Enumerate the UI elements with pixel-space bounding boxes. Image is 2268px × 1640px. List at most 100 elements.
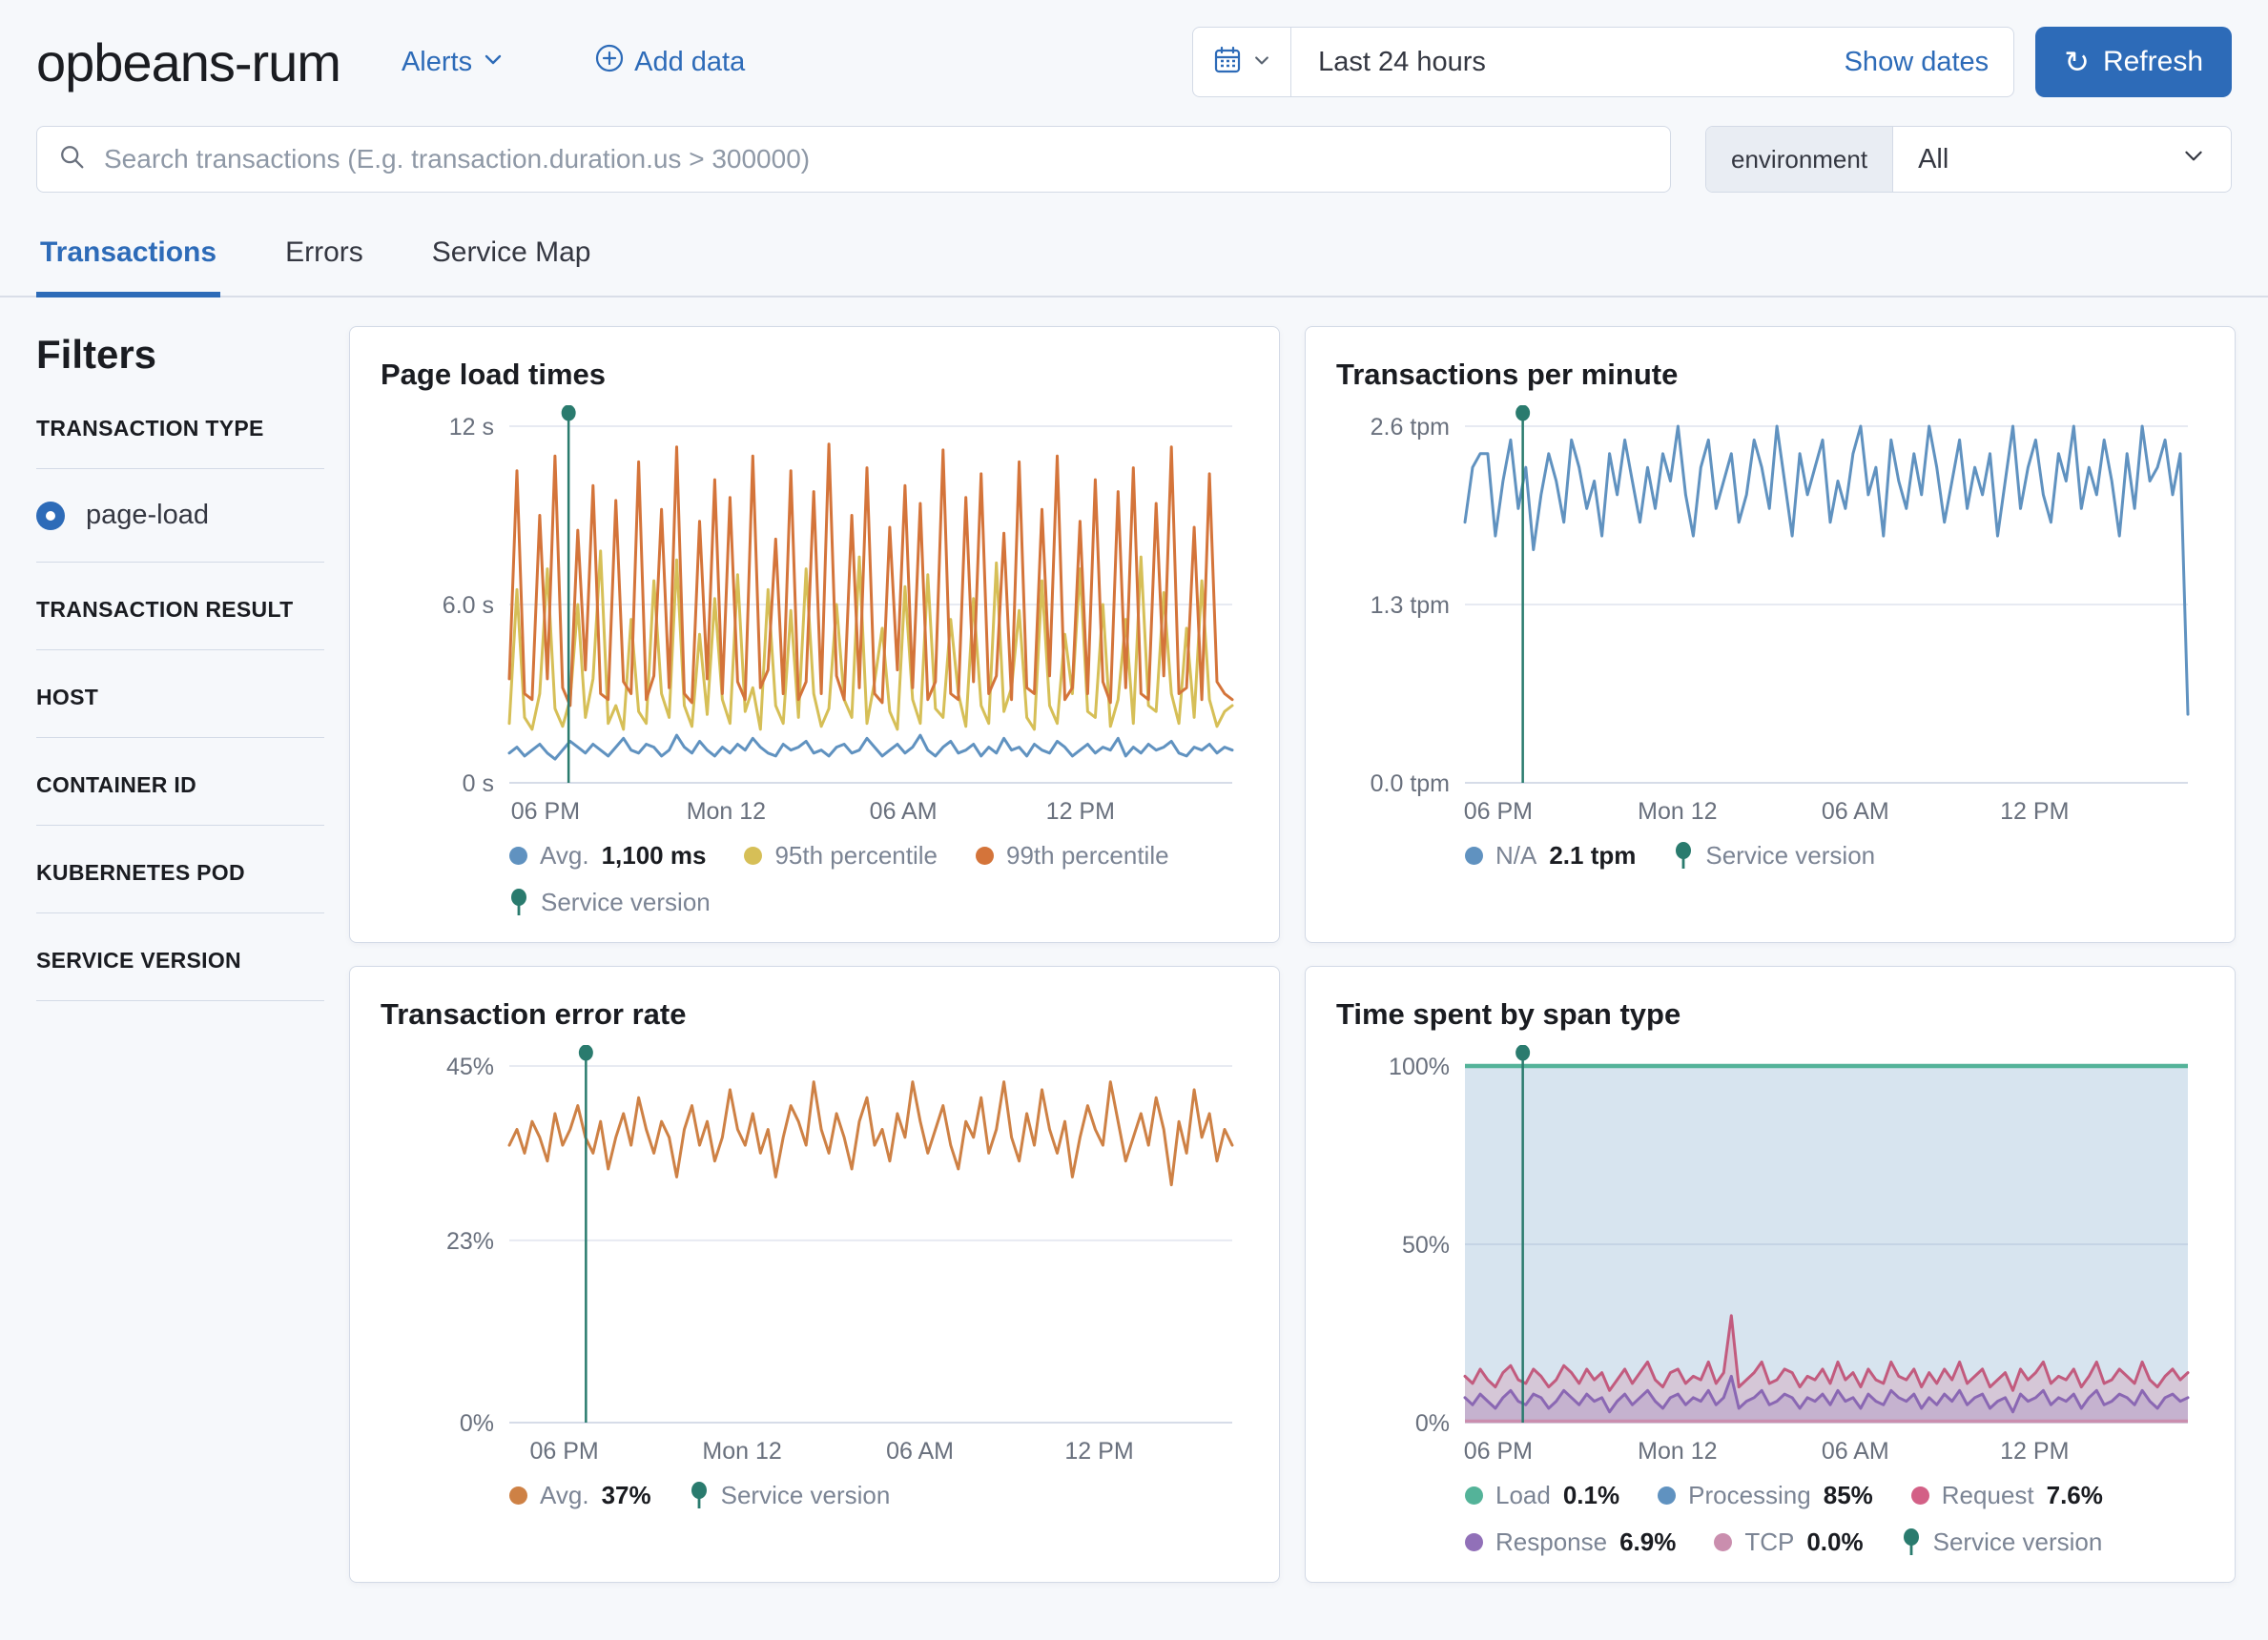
filter-group-title: SERVICE VERSION [36, 948, 241, 973]
tab-errors[interactable]: Errors [281, 229, 367, 297]
search-input[interactable] [102, 143, 1649, 175]
transaction-error-rate-chart: 45% 23% 0% 06 PM Mon 12 06 AM 12 PM [446, 1044, 1234, 1465]
svg-text:06 AM: 06 AM [886, 1438, 954, 1465]
refresh-button[interactable]: ↻ Refresh [2035, 27, 2232, 97]
legend-item-processing[interactable]: Processing 85% [1658, 1481, 1873, 1510]
svg-text:12 s: 12 s [449, 414, 494, 441]
legend-value: 2.1 tpm [1549, 841, 1637, 870]
legend-item-avg[interactable]: Avg. 1,100 ms [509, 841, 706, 871]
legend-item-response[interactable]: Response 6.9% [1465, 1527, 1676, 1557]
page-load-times-chart: 12 s 6.0 s 0 s 06 PM Mon 12 06 AM 12 PM [443, 404, 1234, 825]
legend-item-95th-percentile[interactable]: 95th percentile [744, 841, 938, 871]
series-color-dot [1658, 1486, 1677, 1505]
series-color-dot [509, 1486, 527, 1505]
svg-text:Mon 12: Mon 12 [1638, 798, 1717, 825]
legend-label: N/A [1495, 841, 1537, 870]
legend-label: Avg. [540, 1481, 589, 1509]
svg-text:12 PM: 12 PM [1046, 798, 1115, 825]
svg-text:1.3 tpm: 1.3 tpm [1371, 592, 1450, 619]
time-range-value[interactable]: Last 24 hours [1291, 47, 1486, 78]
alerts-label: Alerts [401, 46, 473, 77]
add-data-label: Add data [634, 46, 746, 77]
svg-text:06 PM: 06 PM [1464, 798, 1533, 825]
radio-selected-icon[interactable] [36, 501, 65, 530]
svg-text:12 PM: 12 PM [2000, 798, 2069, 825]
chevron-down-icon [2181, 143, 2206, 175]
chart-title: Transaction error rate [381, 997, 687, 1031]
legend-item-service-version[interactable]: Service version [1674, 841, 1875, 871]
legend-value: 37% [601, 1481, 651, 1509]
filter-group-transaction-type: TRANSACTION TYPE page-load [36, 416, 324, 563]
date-picker-quick-menu[interactable] [1193, 28, 1292, 96]
svg-text:Mon 12: Mon 12 [1638, 1438, 1717, 1465]
page-header: opbeans-rum Alerts Add data Last 24 hour… [0, 0, 2268, 101]
date-picker: Last 24 hours Show dates [1192, 27, 2015, 97]
svg-text:Mon 12: Mon 12 [687, 798, 766, 825]
show-dates-button[interactable]: Show dates [1845, 47, 2014, 78]
filter-group-host: HOST [36, 685, 324, 738]
service-version-pin-icon [691, 1481, 707, 1508]
svg-text:06 PM: 06 PM [511, 798, 580, 825]
svg-text:0 s: 0 s [463, 770, 494, 797]
legend-value: 0.0% [1806, 1527, 1864, 1556]
legend-item-tcp[interactable]: TCP 0.0% [1714, 1527, 1864, 1557]
legend-label: Service version [1932, 1527, 2103, 1556]
legend-label: TCP [1744, 1527, 1795, 1556]
filter-group-kubernetes-pod: KUBERNETES POD [36, 860, 324, 913]
filter-group-title: KUBERNETES POD [36, 860, 245, 885]
filter-group-title: CONTAINER ID [36, 772, 197, 797]
chart-title: Transactions per minute [1336, 358, 1679, 391]
legend-item-service-version[interactable]: Service version [1902, 1527, 2103, 1557]
chart-legend: Avg. 37% Service version [509, 1481, 1250, 1510]
alerts-menu[interactable]: Alerts [402, 47, 505, 78]
service-version-pin-icon [1676, 841, 1692, 869]
filter-groups: TRANSACTION TYPE page-load TRANSACTION RES… [36, 416, 324, 1001]
tab-service-map[interactable]: Service Map [428, 229, 595, 297]
legend-label: Service version [541, 888, 711, 916]
search-box [36, 126, 1671, 193]
environment-select[interactable]: All [1893, 127, 2231, 192]
legend-item-99th-percentile[interactable]: 99th percentile [976, 841, 1169, 871]
chart-legend: Load 0.1% Processing 85% Request 7.6% Response… [1465, 1481, 2206, 1557]
legend-value: 6.9% [1619, 1527, 1677, 1556]
legend-item-service-version[interactable]: Service version [690, 1481, 891, 1510]
chart-card-transaction-error-rate: Transaction error rate 45% 23% 0% 06 PM Mon 1… [349, 966, 1280, 1583]
legend-value: 1,100 ms [601, 841, 707, 870]
chart-title: Page load times [381, 358, 607, 391]
search-row: environment All [0, 101, 2268, 193]
chart-legend: N/A 2.1 tpm Service version [1465, 841, 2206, 871]
legend-label: 99th percentile [1006, 841, 1169, 870]
refresh-icon: ↻ [2064, 44, 2090, 80]
svg-text:100%: 100% [1389, 1054, 1450, 1080]
series-color-dot [744, 847, 763, 865]
svg-text:0%: 0% [1415, 1410, 1450, 1437]
add-data-link[interactable]: Add data [594, 43, 745, 81]
tab-transactions[interactable]: Transactions [36, 229, 221, 297]
filter-group-title: TRANSACTION TYPE [36, 416, 264, 441]
filter-group-service-version: SERVICE VERSION [36, 948, 324, 1001]
series-color-dot [976, 847, 994, 865]
tab-bar: Transactions Errors Service Map [0, 229, 2268, 297]
legend-item-service-version[interactable]: Service version [509, 888, 711, 917]
svg-text:06 PM: 06 PM [1464, 1438, 1533, 1465]
svg-text:06 AM: 06 AM [870, 798, 938, 825]
chart-legend: Avg. 1,100 ms 95th percentile 99th percenti… [509, 841, 1250, 917]
service-version-pin-icon [1903, 1527, 1919, 1555]
legend-item-n-a[interactable]: N/A 2.1 tpm [1465, 841, 1636, 871]
time-spent-by-span-type-chart: 100% 50% 0% 06 PM Mon 12 06 AM 12 PM [1389, 1044, 2190, 1465]
svg-text:Mon 12: Mon 12 [702, 1438, 781, 1465]
legend-label: Service version [720, 1481, 891, 1509]
series-color-dot [1910, 1486, 1929, 1505]
legend-label: 95th percentile [774, 841, 938, 870]
filter-option-page-load[interactable]: page-load [36, 469, 324, 562]
svg-text:2.6 tpm: 2.6 tpm [1371, 414, 1450, 441]
legend-item-avg[interactable]: Avg. 37% [509, 1481, 651, 1510]
chart-card-page-load-times: Page load times 12 s 6.0 s 0 s 06 PM Mon 12 06… [349, 326, 1280, 943]
svg-text:23%: 23% [446, 1228, 494, 1255]
service-version-pin-icon [511, 888, 526, 915]
legend-item-load[interactable]: Load 0.1% [1465, 1481, 1619, 1510]
transactions-per-minute-chart: 2.6 tpm 1.3 tpm 0.0 tpm 06 PM Mon 12 06 AM 12 … [1371, 404, 2190, 825]
legend-item-request[interactable]: Request 7.6% [1910, 1481, 2103, 1510]
chevron-down-icon [482, 47, 505, 78]
chart-card-transactions-per-minute: Transactions per minute 2.6 tpm 1.3 tpm 0.0… [1305, 326, 2236, 943]
